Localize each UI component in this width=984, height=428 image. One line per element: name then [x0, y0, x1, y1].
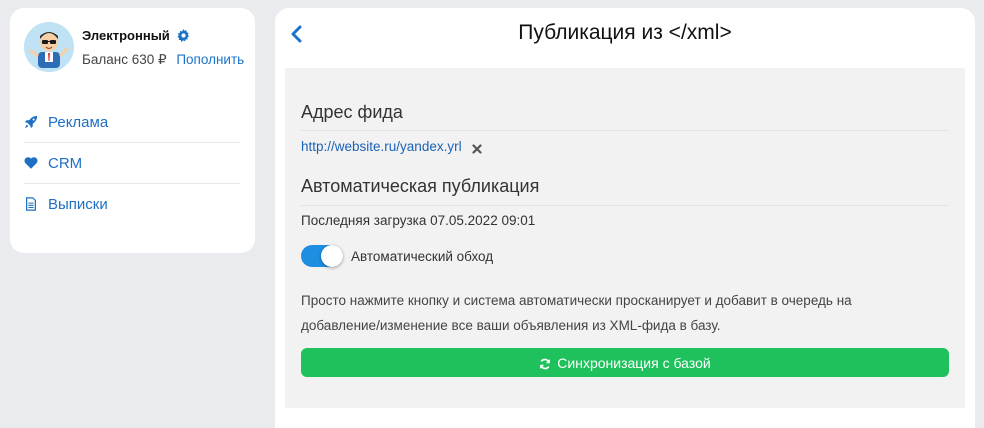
- sidebar-menu: Реклама CRM Выписки: [24, 102, 240, 224]
- feed-url-link[interactable]: http://website.ru/yandex.yrl: [301, 139, 462, 154]
- sync-button[interactable]: Синхронизация с базой: [301, 348, 949, 377]
- feed-section-title: Адрес фида: [301, 102, 403, 122]
- publication-panel: Адрес фида http://website.ru/yandex.yrl …: [285, 68, 965, 408]
- rocket-icon: [24, 115, 38, 129]
- document-icon: [24, 197, 38, 211]
- page-title: Публикация из </xml>: [518, 21, 732, 44]
- divider: [301, 130, 949, 131]
- sync-button-label: Синхронизация с базой: [557, 354, 711, 371]
- balance-text: Баланс 630 ₽: [82, 52, 167, 67]
- profile-block: Электронный Баланс 630 ₽ Пополнить: [24, 22, 255, 78]
- heart-icon: [24, 156, 38, 170]
- sidebar-item-statements[interactable]: Выписки: [24, 184, 240, 224]
- balance-row: Баланс 630 ₽ Пополнить: [82, 52, 244, 68]
- sync-description: Просто нажмите кнопку и система автомати…: [301, 293, 852, 333]
- sidebar-item-label: Реклама: [48, 113, 109, 131]
- gear-icon[interactable]: [177, 29, 190, 42]
- profile-name: Электронный: [82, 28, 170, 43]
- topup-link[interactable]: Пополнить: [176, 52, 244, 67]
- profile-name-row: Электронный: [82, 28, 190, 43]
- auto-crawl-row: Автоматический обход: [301, 245, 493, 267]
- auto-crawl-toggle[interactable]: [301, 245, 343, 267]
- feed-url-row: http://website.ru/yandex.yrl: [301, 139, 482, 154]
- sidebar-item-label: Выписки: [48, 195, 108, 213]
- close-icon[interactable]: [471, 142, 482, 154]
- last-load-text: Последняя загрузка 07.05.2022 09:01: [301, 213, 536, 228]
- refresh-icon: [539, 357, 551, 369]
- sidebar: Электронный Баланс 630 ₽ Пополнить Рекла…: [10, 8, 255, 253]
- main-panel: Публикация из </xml> Адрес фида http://w…: [275, 8, 975, 428]
- sidebar-item-ads[interactable]: Реклама: [24, 102, 240, 143]
- sidebar-item-crm[interactable]: CRM: [24, 143, 240, 184]
- auto-crawl-label: Автоматический обход: [351, 248, 494, 264]
- sidebar-item-label: CRM: [48, 154, 83, 172]
- auto-section-title: Автоматическая публикация: [301, 176, 540, 196]
- divider: [301, 205, 949, 206]
- toggle-knob: [321, 245, 343, 267]
- avatar[interactable]: [24, 22, 74, 72]
